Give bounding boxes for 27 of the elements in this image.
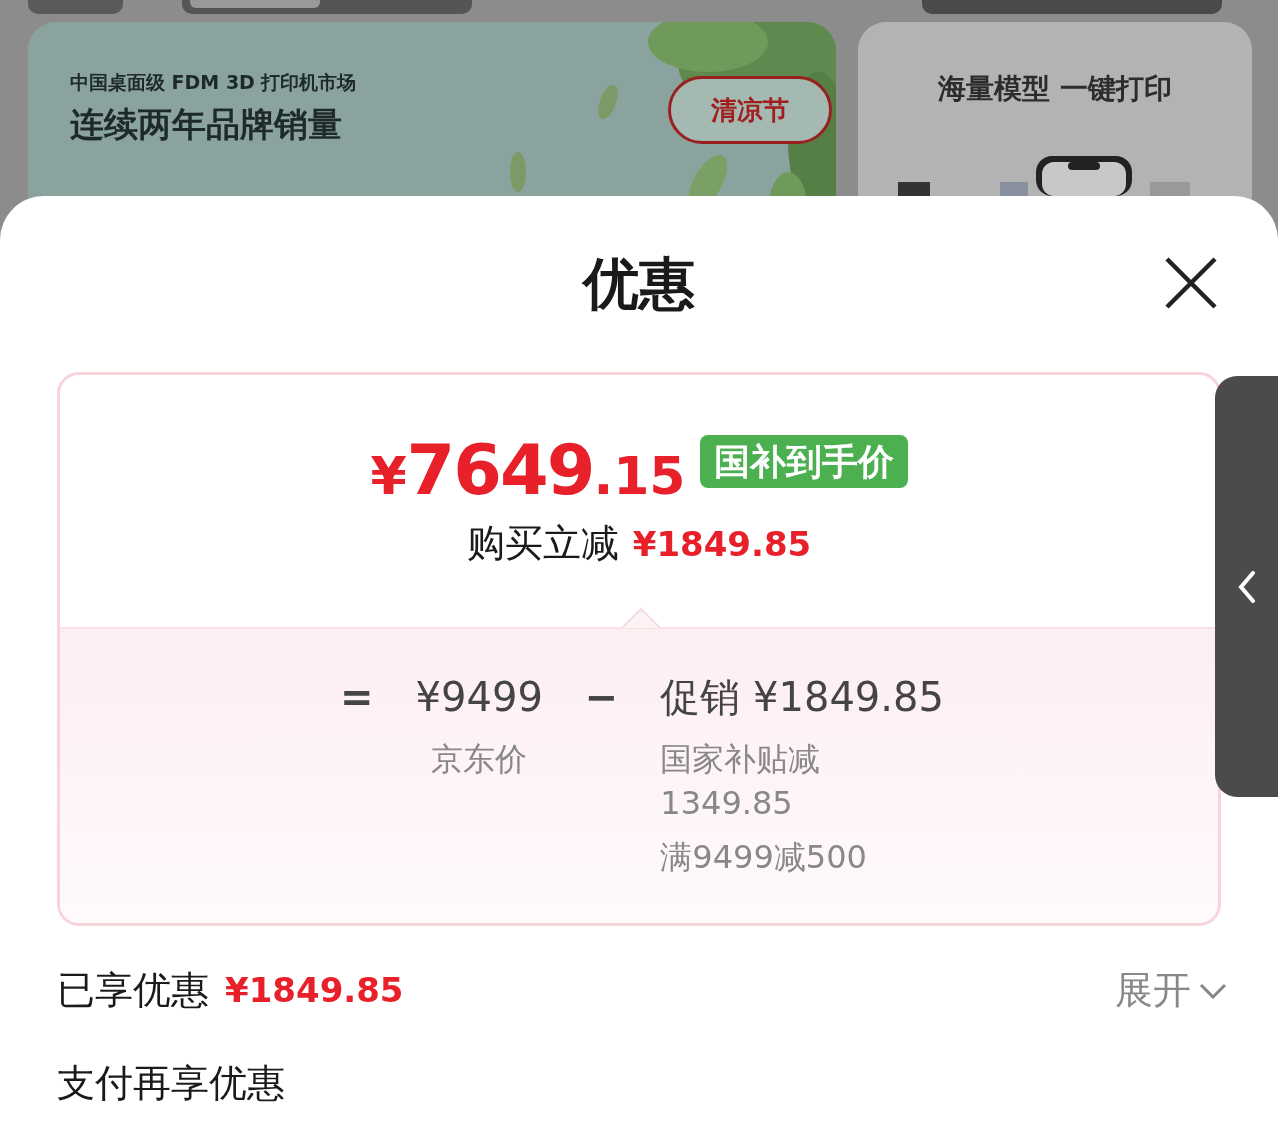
operator-sign: − bbox=[583, 673, 620, 722]
subsidy-badge: 国补到手价 bbox=[699, 435, 908, 488]
section-heading: 支付再享优惠 bbox=[57, 1060, 286, 1107]
chevron-down-icon bbox=[1199, 982, 1227, 999]
price-integer: 7649 bbox=[406, 435, 594, 505]
banner-headline: 连续两年品牌销量 bbox=[70, 102, 343, 146]
tab-strip[interactable] bbox=[28, 0, 123, 14]
banner-subtitle: 中国桌面级 FDM 3D 打印机市场 bbox=[70, 70, 357, 95]
price-decimal: .15 bbox=[593, 450, 686, 502]
currency-sign: ¥ bbox=[370, 450, 407, 502]
operator-sign: = bbox=[339, 673, 375, 722]
tab-strip[interactable] bbox=[182, 0, 472, 14]
discount-label: 购买立减 bbox=[466, 520, 619, 567]
card-title: 海量模型 一键打印 bbox=[937, 71, 1173, 107]
formula-term: 促销 ¥1849.85 bbox=[660, 673, 944, 722]
festival-stamp: 清凉节 bbox=[668, 76, 832, 144]
enjoyed-label: 已享优惠 bbox=[57, 967, 209, 1014]
formula-note: 国家补贴减 1349.85 bbox=[660, 739, 822, 824]
chevron-left-icon bbox=[1237, 570, 1256, 603]
formula-note: 满9499减500 bbox=[660, 837, 868, 878]
enjoyed-amount: ¥1849.85 bbox=[225, 969, 404, 1012]
close-icon bbox=[1164, 256, 1218, 310]
expand-button[interactable]: 展开 bbox=[1115, 962, 1227, 1019]
sheet-title: 优惠 bbox=[583, 250, 695, 318]
formula-term: ¥9499 bbox=[415, 673, 543, 722]
discount-amount: ¥1849.85 bbox=[632, 523, 812, 566]
formula-note: 京东价 bbox=[431, 739, 528, 780]
